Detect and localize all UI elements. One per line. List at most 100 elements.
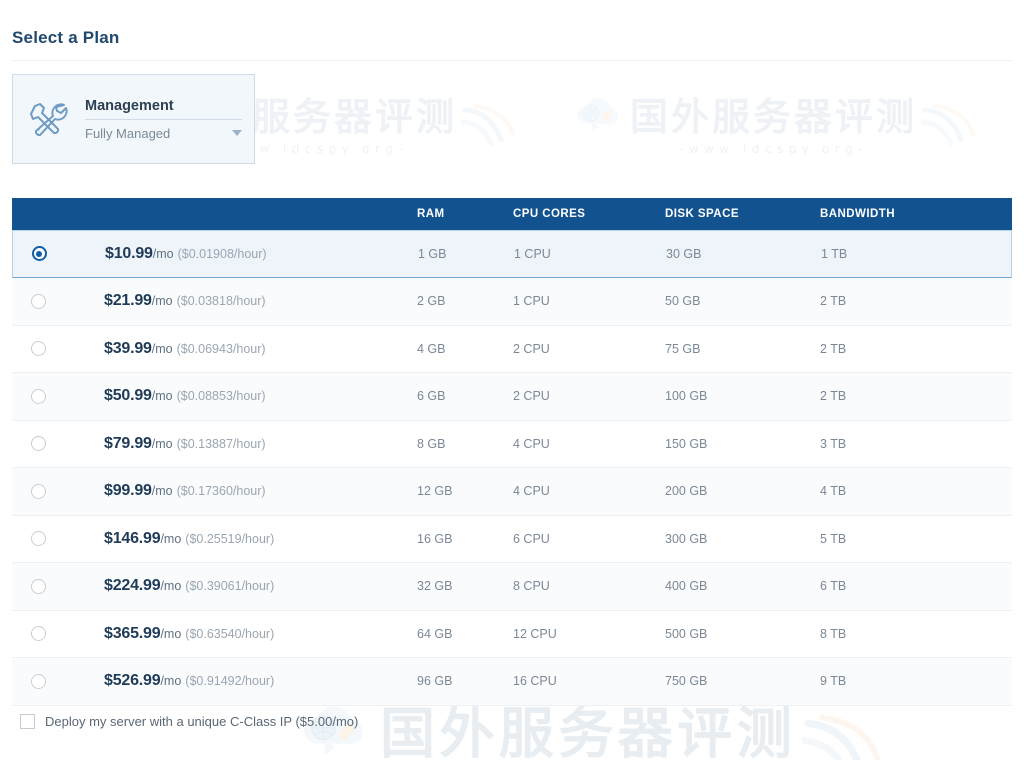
plan-price-monthly: $10.99 (105, 245, 153, 262)
plan-price-period: /mo (151, 436, 173, 451)
watermark-url: -www.idcspy.org- (678, 142, 869, 156)
c-class-ip-option[interactable]: Deploy my server with a unique C-Class I… (20, 714, 358, 729)
plan-price-period: /mo (151, 389, 173, 404)
plan-radio-cell[interactable] (12, 530, 64, 548)
plan-price-period: /mo (152, 247, 174, 261)
plan-price-monthly: $39.99 (104, 339, 152, 357)
header-disk-space: DISK SPACE (665, 208, 739, 220)
plan-cpu-cores: 1 CPU (513, 294, 550, 309)
plan-radio-cell[interactable] (13, 245, 65, 263)
plan-ram: 96 GB (417, 674, 453, 689)
plan-bandwidth: 5 TB (820, 531, 847, 546)
plan-disk-space: 30 GB (666, 247, 702, 261)
plan-ram: 16 GB (417, 531, 453, 546)
management-card-body: Management Fully Managed (85, 98, 254, 141)
plan-radio[interactable] (30, 388, 46, 404)
plan-price-hourly: ($0.63540/hour) (185, 626, 275, 641)
management-card[interactable]: Management Fully Managed (12, 74, 255, 164)
plan-row[interactable]: $99.99/mo ($0.17360/hour) 12 GB 4 CPU 200 GB… (12, 468, 1012, 516)
plan-ram: 1 GB (418, 247, 447, 261)
plan-disk-space: 200 GB (665, 484, 708, 499)
plan-disk-space: 50 GB (665, 294, 701, 309)
plan-ram: 2 GB (417, 294, 446, 309)
c-class-ip-checkbox[interactable] (20, 714, 35, 729)
plan-price-monthly: $146.99 (104, 529, 161, 547)
plan-price-hourly: ($0.01908/hour) (177, 247, 267, 261)
tools-wrench-screwdriver-icon (13, 99, 85, 139)
header-bandwidth: BANDWIDTH (820, 208, 895, 220)
plan-price-cell: $224.99/mo ($0.39061/hour) (64, 577, 417, 595)
plan-price-monthly: $224.99 (104, 577, 161, 595)
management-card-title: Management (85, 97, 174, 114)
plan-bandwidth: 4 TB (820, 484, 847, 499)
plan-selection-page: Select a Plan 国外服务器评测 -www.idcspy.org- 国外服… (0, 0, 1024, 760)
plan-disk-space: 150 GB (665, 436, 708, 451)
c-class-ip-label: Deploy my server with a unique C-Class I… (45, 714, 359, 729)
plan-ram: 12 GB (417, 484, 453, 499)
plan-bandwidth: 3 TB (820, 436, 847, 451)
watermark: 国外服务器评测 -www.idcspy.org- (577, 95, 976, 156)
plan-radio[interactable] (30, 483, 46, 499)
plan-price-period: /mo (160, 626, 182, 641)
plan-table-header: RAM CPU CORES DISK SPACE BANDWIDTH (12, 198, 1012, 230)
plan-cpu-cores: 8 CPU (513, 579, 550, 594)
plan-price-monthly: $50.99 (104, 387, 152, 405)
plan-price-monthly: $526.99 (104, 672, 161, 690)
plan-row[interactable]: $39.99/mo ($0.06943/hour) 4 GB 2 CPU 75 GB 2 … (12, 325, 1012, 373)
plan-radio[interactable] (30, 578, 46, 594)
management-dropdown-value: Fully Managed (85, 125, 171, 141)
plan-row[interactable]: $21.99/mo ($0.03818/hour) 2 GB 1 CPU 50 GB 2 … (12, 278, 1012, 326)
plan-price-period: /mo (151, 341, 173, 356)
plan-price-monthly: $365.99 (104, 624, 161, 642)
plan-ram: 8 GB (417, 436, 446, 451)
plan-radio[interactable] (30, 293, 46, 309)
plan-radio-selected[interactable] (31, 246, 47, 262)
plan-cpu-cores: 1 CPU (514, 247, 551, 261)
plan-row[interactable]: $146.99/mo ($0.25519/hour) 16 GB 6 CPU 300 G… (12, 515, 1012, 563)
plan-price-period: /mo (151, 294, 173, 309)
plan-row[interactable]: $526.99/mo ($0.91492/hour) 96 GB 16 CPU 750 … (12, 658, 1012, 706)
plan-price-hourly: ($0.25519/hour) (185, 531, 275, 546)
plan-row[interactable]: $50.99/mo ($0.08853/hour) 6 GB 2 CPU 100 GB 2… (12, 373, 1012, 421)
plan-radio-cell[interactable] (12, 672, 64, 690)
plan-radio-cell[interactable] (12, 482, 64, 500)
plan-price-period: /mo (151, 484, 173, 499)
plan-radio-cell[interactable] (12, 292, 64, 310)
plan-radio-cell[interactable] (12, 340, 64, 358)
plan-radio[interactable] (30, 341, 46, 357)
plan-radio-cell[interactable] (12, 577, 64, 595)
watermark-text: 国外服务器评测 (630, 95, 918, 139)
plan-bandwidth: 6 TB (820, 579, 847, 594)
plan-radio-cell[interactable] (12, 387, 64, 405)
plan-price-cell: $365.99/mo ($0.63540/hour) (64, 625, 417, 643)
management-dropdown[interactable]: Fully Managed (85, 126, 242, 141)
plan-price-hourly: ($0.91492/hour) (185, 674, 275, 689)
plan-price-monthly: $79.99 (104, 434, 152, 452)
plan-ram: 4 GB (417, 341, 446, 356)
plan-price-hourly: ($0.08853/hour) (176, 389, 266, 404)
plan-price-hourly: ($0.06943/hour) (176, 341, 266, 356)
plan-row[interactable]: $79.99/mo ($0.13887/hour) 8 GB 4 CPU 150 GB 3… (12, 420, 1012, 468)
plan-row[interactable]: $10.99/mo ($0.01908/hour) 1 GB 1 CPU 30 GB 1 … (12, 230, 1012, 278)
plan-radio-cell[interactable] (12, 625, 64, 643)
plan-radio-cell[interactable] (12, 435, 64, 453)
plan-price-cell: $50.99/mo ($0.08853/hour) (64, 387, 417, 405)
page-title: Select a Plan (12, 28, 120, 47)
plan-price-cell: $146.99/mo ($0.25519/hour) (64, 530, 417, 548)
plan-disk-space: 300 GB (665, 531, 708, 546)
plan-bandwidth: 2 TB (820, 389, 847, 404)
plan-radio[interactable] (30, 436, 46, 452)
plan-row[interactable]: $224.99/mo ($0.39061/hour) 32 GB 8 CPU 400 G… (12, 563, 1012, 611)
plan-price-period: /mo (160, 674, 182, 689)
plan-bandwidth: 2 TB (820, 341, 847, 356)
watermark-cloud-globe-icon (572, 92, 624, 138)
watermark-swoosh-icon (460, 104, 517, 148)
plan-radio[interactable] (30, 626, 46, 642)
plan-price-monthly: $21.99 (104, 292, 152, 310)
plan-ram: 64 GB (417, 626, 453, 641)
plan-ram: 32 GB (417, 579, 453, 594)
plan-radio[interactable] (30, 531, 46, 547)
plan-row[interactable]: $365.99/mo ($0.63540/hour) 64 GB 12 CPU 500 … (12, 610, 1012, 658)
plan-radio[interactable] (30, 673, 46, 689)
watermark: 国外服务器评测 (303, 706, 881, 760)
